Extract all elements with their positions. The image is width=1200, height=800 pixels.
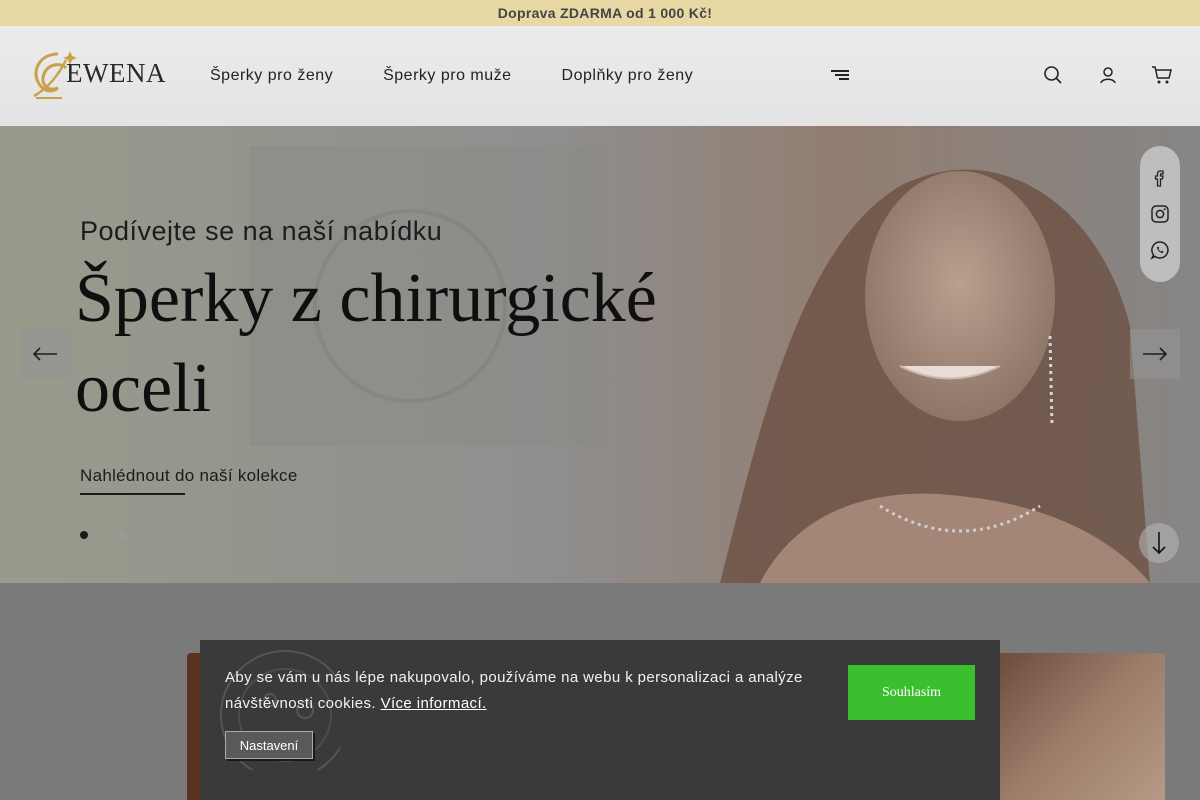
hero-slider: Podívejte se na naší nabídku Šperky z ch…: [0, 126, 1200, 583]
search-icon[interactable]: [1042, 64, 1064, 86]
cart-icon[interactable]: [1151, 64, 1173, 86]
free-shipping-text: Doprava ZDARMA od 1 000 Kč!: [497, 5, 713, 21]
menu-icon[interactable]: [831, 69, 849, 81]
featured-card-right[interactable]: [995, 653, 1165, 800]
whatsapp-icon[interactable]: [1150, 240, 1170, 260]
scroll-down-button[interactable]: [1139, 523, 1179, 563]
hero-subtitle: Podívejte se na naší nabídku: [80, 216, 443, 246]
cookie-more-info-link[interactable]: Více informací.: [381, 695, 487, 712]
hero-link-underline: [80, 493, 185, 495]
next-slide-button[interactable]: [1130, 329, 1180, 379]
arrow-right-icon: [1143, 347, 1168, 361]
nav-item-sperky-pro-muze[interactable]: Šperky pro muže: [383, 67, 523, 85]
hero-title: Šperky z chirurgické oceli: [75, 260, 657, 427]
cookie-settings-button[interactable]: Nastavení: [225, 731, 313, 759]
site-header: EWENA Šperky pro ženy Šperky pro muže Do…: [0, 26, 1200, 126]
nav-item-sperky-pro-zeny[interactable]: Šperky pro ženy: [210, 67, 345, 85]
nav-item-doplnky-pro-zeny[interactable]: Doplňky pro ženy: [562, 67, 706, 85]
cookie-banner: Aby se vám u nás lépe nakupovalo, použív…: [200, 640, 1000, 800]
arrow-down-icon: [1152, 532, 1166, 555]
cookie-message: Aby se vám u nás lépe nakupovalo, použív…: [225, 665, 805, 717]
facebook-icon[interactable]: [1150, 168, 1170, 188]
nav-item-label: Šperky pro ženy: [210, 67, 334, 84]
nav-item-label: Doplňky pro ženy: [561, 67, 694, 84]
logo-text: EWENA: [66, 58, 166, 88]
social-links: [1140, 146, 1180, 282]
user-icon[interactable]: [1097, 64, 1119, 86]
arrow-left-icon: [32, 347, 57, 361]
nav-item-label: Šperky pro muže: [383, 67, 512, 84]
prev-slide-button[interactable]: [20, 329, 70, 379]
logo[interactable]: EWENA: [28, 48, 168, 104]
main-nav: Šperky pro ženy Šperky pro muže Doplňky …: [210, 26, 743, 126]
instagram-icon[interactable]: [1150, 204, 1170, 224]
cookie-accept-button[interactable]: Souhlasím: [848, 665, 975, 720]
hero-collection-link[interactable]: Nahlédnout do naší kolekce: [80, 466, 298, 486]
cookie-message-text: Aby se vám u nás lépe nakupovalo, použív…: [225, 669, 803, 712]
slide-dot-1[interactable]: [80, 531, 88, 539]
free-shipping-bar: Doprava ZDARMA od 1 000 Kč!: [0, 0, 1200, 26]
currency-icon[interactable]: [996, 64, 1018, 86]
slide-dot-2[interactable]: [118, 531, 126, 539]
